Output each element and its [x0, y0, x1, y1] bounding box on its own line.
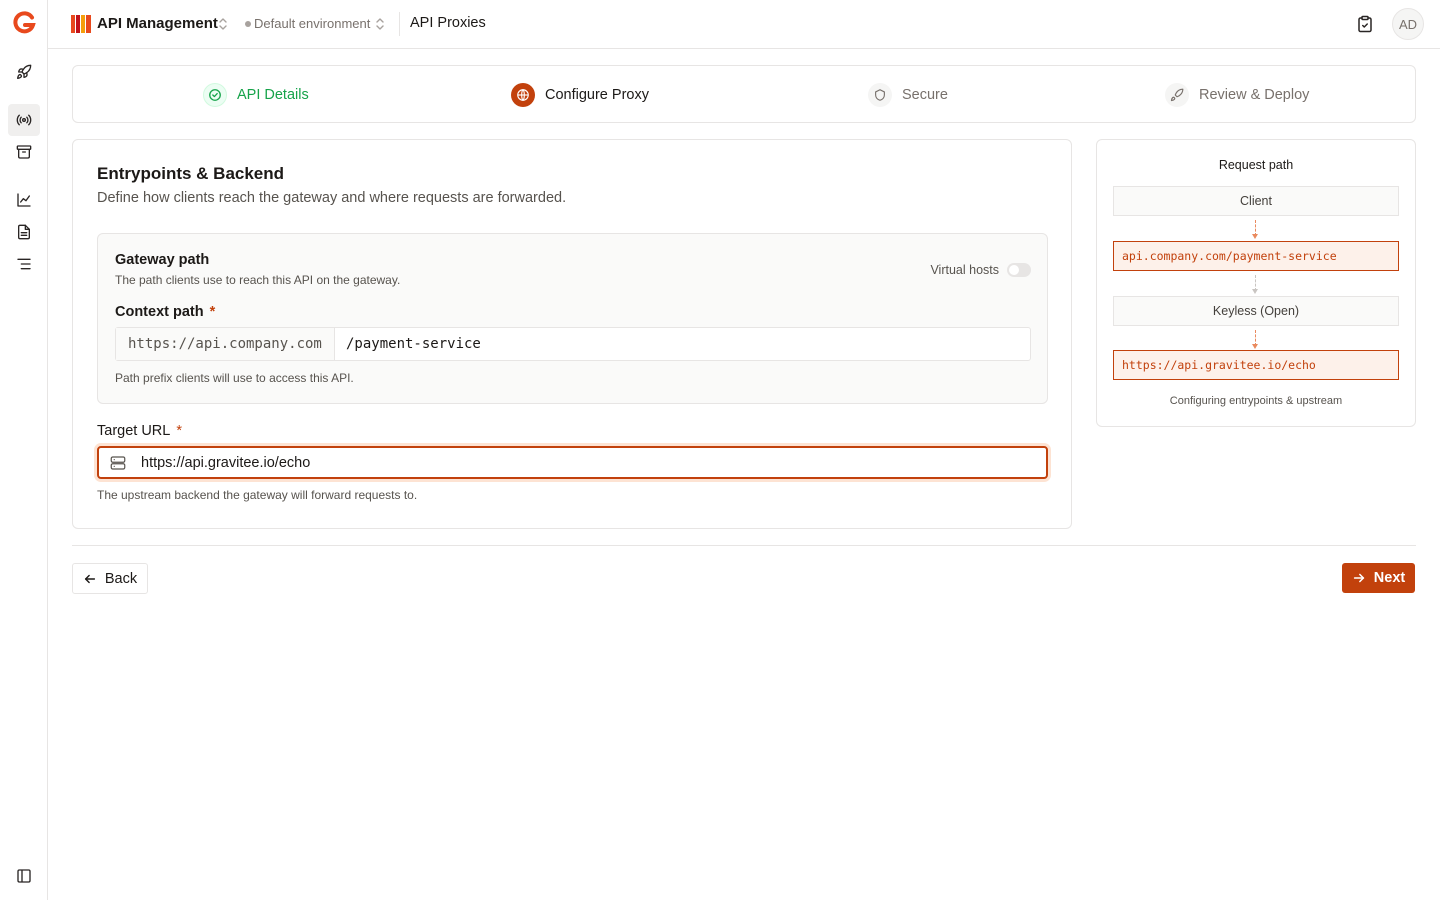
- brand-logo-icon: [71, 15, 91, 33]
- environment-status-dot: [245, 21, 251, 27]
- rocket-icon: [1165, 83, 1189, 107]
- flow-node-backend: https://api.gravitee.io/echo: [1113, 350, 1399, 380]
- chart-icon: [17, 193, 31, 207]
- rail-item-rocket[interactable]: [8, 56, 40, 88]
- request-path-title: Request path: [1218, 158, 1294, 172]
- flow-node-entrypoint: api.company.com/payment-service: [1113, 241, 1399, 271]
- required-mark: *: [176, 423, 182, 439]
- top-bar: API Management Default environment API P…: [48, 0, 1440, 49]
- entrypoints-card: Entrypoints & Backend Define how clients…: [72, 139, 1072, 529]
- step-secure[interactable]: Secure: [868, 82, 948, 108]
- sidebar-toggle-icon: [17, 869, 31, 883]
- clipboard-check-icon[interactable]: [1356, 15, 1374, 33]
- context-path-prefix: https://api.company.com: [116, 328, 335, 360]
- breadcrumb[interactable]: API Proxies: [410, 15, 486, 31]
- rail-item-apis[interactable]: [8, 104, 40, 136]
- broadcast-icon: [16, 114, 32, 126]
- rail-item-analytics[interactable]: [8, 184, 40, 216]
- footer-divider: [72, 545, 1416, 546]
- globe-icon: [511, 83, 535, 107]
- flow-arrow: [1252, 275, 1258, 294]
- arrow-right-icon: [1353, 573, 1364, 583]
- rail-item-list[interactable]: [8, 248, 40, 280]
- archive-icon: [16, 145, 32, 159]
- sidebar-toggle-button[interactable]: [8, 860, 40, 892]
- target-url-input[interactable]: https://api.gravitee.io/echo: [97, 446, 1048, 479]
- check-circle-icon: [203, 83, 227, 107]
- arrow-left-icon: [84, 574, 95, 583]
- request-path-caption: Configuring entrypoints & upstream: [1169, 395, 1343, 407]
- flow-arrow: [1252, 330, 1258, 349]
- server-icon: [110, 455, 126, 470]
- rail-item-archive[interactable]: [8, 136, 40, 168]
- step-label: Configure Proxy: [545, 87, 649, 103]
- divider: [399, 12, 400, 36]
- left-rail: [0, 0, 48, 900]
- flow-arrow: [1252, 220, 1258, 239]
- step-api-details[interactable]: API Details: [203, 82, 309, 108]
- chevron-up-down-icon[interactable]: [375, 17, 385, 31]
- section-description: Define how clients reach the gateway and…: [97, 190, 567, 206]
- flow-node-plan: Keyless (Open): [1113, 296, 1399, 326]
- step-review-deploy[interactable]: Review & Deploy: [1165, 82, 1309, 108]
- back-label: Back: [104, 570, 138, 587]
- step-label: API Details: [237, 87, 309, 103]
- request-path-panel: Request path Client api.company.com/paym…: [1096, 139, 1416, 427]
- gravitee-logo-icon[interactable]: [12, 11, 36, 35]
- app-switcher[interactable]: API Management: [97, 15, 218, 32]
- section-title: Entrypoints & Backend: [97, 164, 285, 183]
- gateway-path-panel: Gateway path The path clients use to rea…: [97, 233, 1048, 404]
- required-mark: *: [209, 304, 216, 320]
- flow-node-client: Client: [1113, 186, 1399, 216]
- shield-icon: [868, 83, 892, 107]
- document-icon: [18, 224, 30, 240]
- target-url-hint: The upstream backend the gateway will fo…: [97, 488, 418, 502]
- next-button[interactable]: Next: [1342, 563, 1415, 593]
- rocket-icon: [17, 64, 32, 79]
- virtual-hosts-toggle[interactable]: [1007, 263, 1031, 277]
- step-label: Review & Deploy: [1199, 87, 1310, 103]
- virtual-hosts-label: Virtual hosts: [930, 263, 999, 277]
- context-path-input[interactable]: /payment-service: [335, 328, 1030, 360]
- avatar[interactable]: AD: [1392, 8, 1424, 40]
- target-url-value: https://api.gravitee.io/echo: [141, 454, 311, 471]
- environment-switcher[interactable]: Default environment: [254, 16, 370, 31]
- context-path-label: Context path *: [115, 304, 216, 320]
- context-path-field: https://api.company.com /payment-service: [115, 327, 1031, 361]
- next-label: Next: [1373, 570, 1406, 586]
- context-path-hint: Path prefix clients will use to access t…: [115, 371, 354, 385]
- target-url-label: Target URL *: [97, 423, 182, 439]
- step-label: Secure: [902, 87, 948, 103]
- list-icon: [17, 258, 31, 270]
- wizard-stepper: API Details Configure Proxy Secure Revie…: [72, 65, 1416, 123]
- chevron-up-down-icon[interactable]: [218, 17, 228, 31]
- step-configure-proxy[interactable]: Configure Proxy: [511, 82, 649, 108]
- gateway-path-title: Gateway path: [115, 252, 210, 268]
- back-button[interactable]: Back: [72, 563, 148, 594]
- gateway-path-description: The path clients use to reach this API o…: [115, 273, 401, 287]
- rail-item-documents[interactable]: [8, 216, 40, 248]
